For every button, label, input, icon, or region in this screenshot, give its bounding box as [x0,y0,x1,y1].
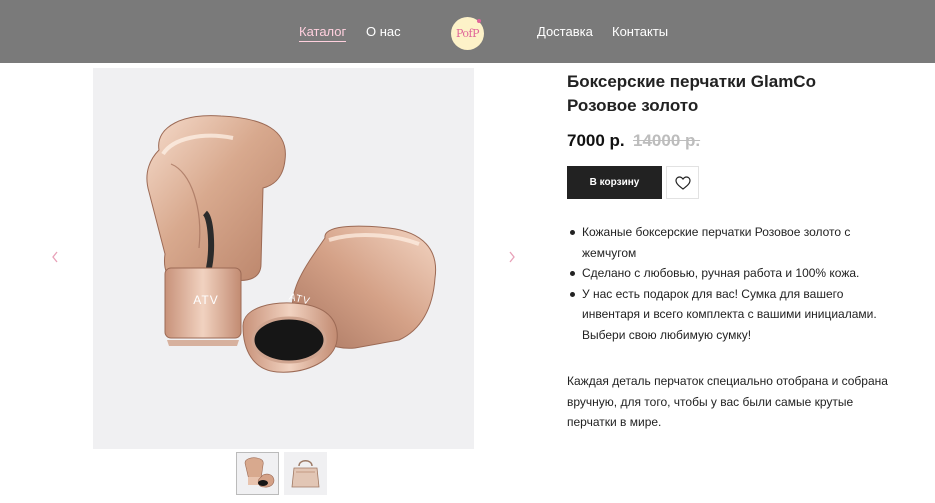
gallery-prev-button[interactable] [48,247,62,267]
favorite-button[interactable] [666,166,699,199]
add-to-cart-button[interactable]: В корзину [567,166,662,199]
product-price: 7000 р. [567,131,625,150]
logo-dot [477,19,481,23]
feature-item: Сделано с любовью, ручная работа и 100% … [567,263,887,284]
product-old-price: 14000 р. [633,131,701,150]
thumbnail-bag[interactable] [284,452,327,495]
nav-link-about[interactable]: О нас [366,24,401,39]
gloves-thumbnail-image [244,457,275,488]
product-features-list: Кожаные боксерские перчатки Розовое золо… [567,222,887,345]
chevron-right-icon [509,251,515,263]
boxing-gloves-illustration: ATV ATV [146,115,437,373]
product-description: Каждая деталь перчаток специально отобра… [567,374,888,429]
heart-icon [674,175,691,190]
bag-thumbnail-image [291,460,320,488]
nav-link-catalog[interactable]: Каталог [299,24,347,42]
gallery-next-button[interactable] [505,247,519,267]
product-title: Боксерские перчатки GlamCo Розовое золот… [567,72,816,115]
site-header: Каталог О нас PofP Доставка Контакты [0,0,935,63]
chevron-left-icon [52,251,58,263]
nav-link-delivery[interactable]: Доставка [537,24,593,39]
feature-item: У нас есть подарок для вас! Сумка для ва… [567,284,887,346]
glove-brand-text: ATV [193,293,218,307]
logo-text: PofP [455,27,480,40]
thumbnail-gloves[interactable] [236,452,279,495]
product-image: ATV ATV [93,68,474,449]
feature-item: Кожаные боксерские перчатки Розовое золо… [567,222,887,263]
nav-link-contacts[interactable]: Контакты [612,24,668,39]
site-logo[interactable]: PofP [451,17,484,50]
